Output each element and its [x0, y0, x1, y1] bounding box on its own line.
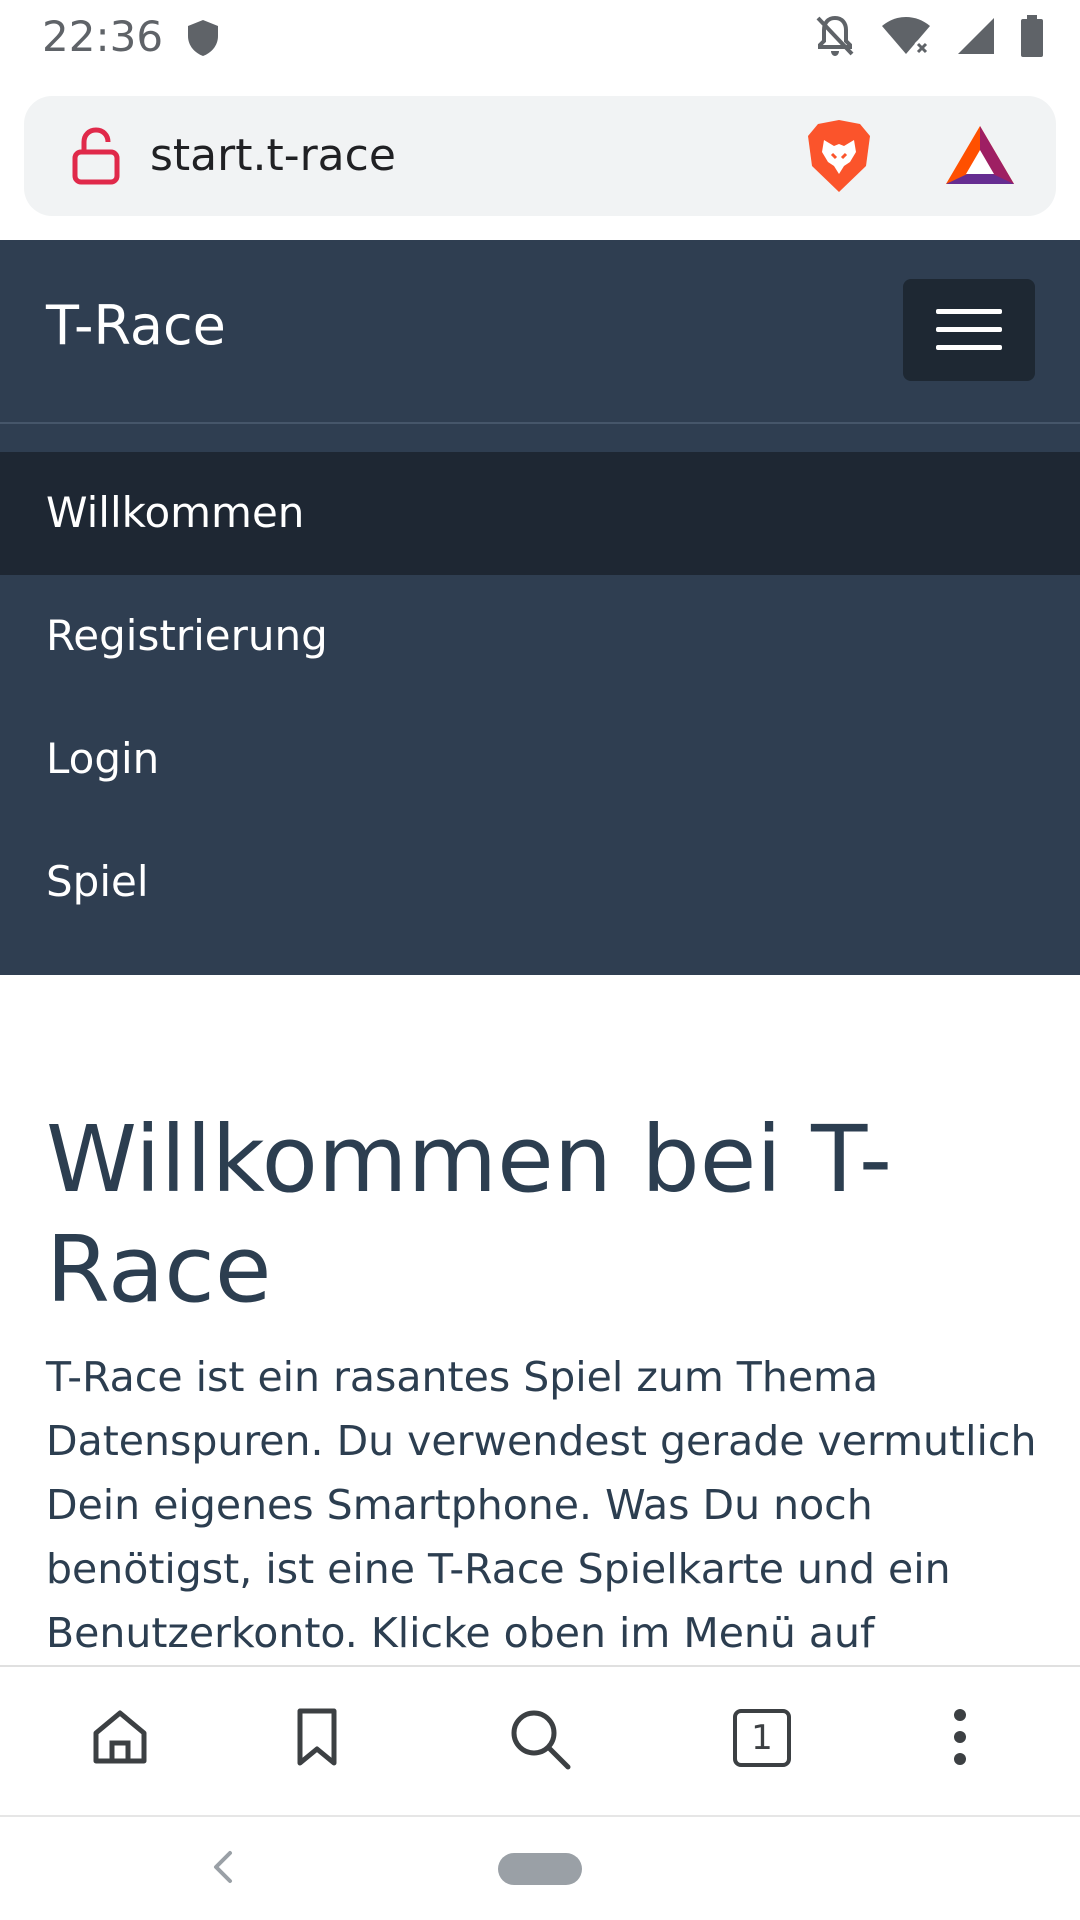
more-vert-icon[interactable] [950, 1707, 970, 1772]
browser-toolbar: 1 [0, 1665, 1080, 1815]
bat-triangle-icon[interactable] [944, 124, 1016, 193]
navbar: T-Race Willkommen Registrierung Login Sp… [0, 240, 1080, 975]
signal-icon [956, 16, 996, 61]
main-content: Willkommen bei T-Race T-Race ist ein ras… [0, 975, 1080, 1665]
home-pill-icon[interactable] [498, 1853, 582, 1885]
home-icon[interactable] [90, 1707, 150, 1772]
status-bar: 22:36 [0, 0, 1080, 74]
intro-paragraph: T-Race ist ein rasantes Spiel zum Thema … [46, 1353, 1037, 1657]
unlocked-icon[interactable] [70, 126, 122, 191]
bookmark-icon[interactable] [292, 1707, 342, 1772]
notifications-off-icon [814, 14, 856, 63]
nav-item-spiel[interactable]: Spiel [0, 821, 1080, 944]
nav-item-login[interactable]: Login [0, 698, 1080, 821]
nav-item-willkommen[interactable]: Willkommen [0, 452, 1080, 575]
nav-item-label: Willkommen [46, 488, 305, 537]
nav-item-label: Registrierung [46, 611, 328, 660]
page-title: Willkommen bei T-Race [46, 1106, 893, 1323]
url-text[interactable]: start.t-race [150, 130, 396, 181]
system-navigation [0, 1815, 1080, 1920]
status-icons [814, 14, 1044, 63]
shield-icon [186, 18, 220, 63]
battery-icon [1020, 15, 1044, 62]
hamburger-icon [936, 309, 1002, 314]
navbar-brand[interactable]: T-Race [46, 294, 226, 357]
menu-toggle-button[interactable] [903, 279, 1035, 381]
wifi-icon [880, 16, 932, 61]
nav-item-registrierung[interactable]: Registrierung [0, 575, 1080, 698]
brave-lion-icon[interactable] [804, 118, 874, 199]
nav-item-label: Spiel [46, 857, 149, 906]
tabs-icon[interactable]: 1 [733, 1709, 791, 1767]
nav-item-label: Login [46, 734, 160, 783]
hamburger-icon [936, 327, 1002, 332]
nav-divider [0, 422, 1080, 424]
status-time: 22:36 [42, 12, 164, 61]
search-icon[interactable] [508, 1707, 572, 1776]
back-icon[interactable] [208, 1847, 238, 1892]
browser-address-area: start.t-race [0, 74, 1080, 240]
address-bar[interactable]: start.t-race [24, 96, 1056, 216]
hamburger-icon [936, 345, 1002, 350]
